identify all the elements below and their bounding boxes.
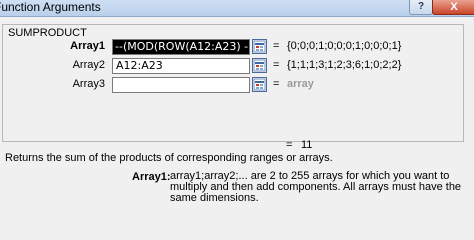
array2-result: {1;1;1;3;1;2;3;6;1;0;2;2} bbox=[287, 59, 402, 71]
array1-input[interactable]: --(MOD(ROW(A12:A23) - ROW(A bbox=[112, 39, 250, 55]
array3-equals: = bbox=[273, 78, 280, 90]
array3-collapse-button[interactable] bbox=[252, 77, 267, 92]
collapse-dialog-icon bbox=[253, 78, 266, 91]
formula-result-value: 11 bbox=[301, 139, 313, 151]
argument-help-text: array1;array2;... are 2 to 255 arrays fo… bbox=[170, 170, 462, 204]
array1-input-value: --(MOD(ROW(A12:A23) - ROW(A bbox=[113, 40, 249, 54]
array1-collapse-button[interactable] bbox=[252, 39, 267, 54]
array2-label: Array2 bbox=[72, 59, 105, 71]
array3-result: array bbox=[287, 78, 314, 90]
function-description: Returns the sum of the products of corre… bbox=[5, 152, 333, 164]
close-button[interactable]: X bbox=[432, 0, 474, 15]
array2-input[interactable]: A12:A23 bbox=[112, 58, 250, 74]
help-button[interactable]: ? bbox=[409, 0, 433, 15]
array3-label: Array3 bbox=[72, 78, 105, 90]
array1-equals: = bbox=[273, 40, 280, 52]
array1-result: {0;0;0;1;0;0;0;1;0;0;0;1} bbox=[287, 40, 402, 52]
argument-help-label: Array1: bbox=[132, 171, 171, 183]
window-title: Function Arguments bbox=[0, 0, 101, 14]
collapse-dialog-icon bbox=[253, 40, 266, 53]
array3-input[interactable] bbox=[112, 77, 250, 93]
collapse-dialog-icon bbox=[253, 59, 266, 72]
array2-equals: = bbox=[273, 59, 280, 71]
title-bar: Function Arguments ? X bbox=[0, 0, 474, 17]
array1-label: Array1 bbox=[70, 40, 105, 52]
array2-collapse-button[interactable] bbox=[252, 58, 267, 73]
result-equals: = bbox=[286, 139, 293, 151]
